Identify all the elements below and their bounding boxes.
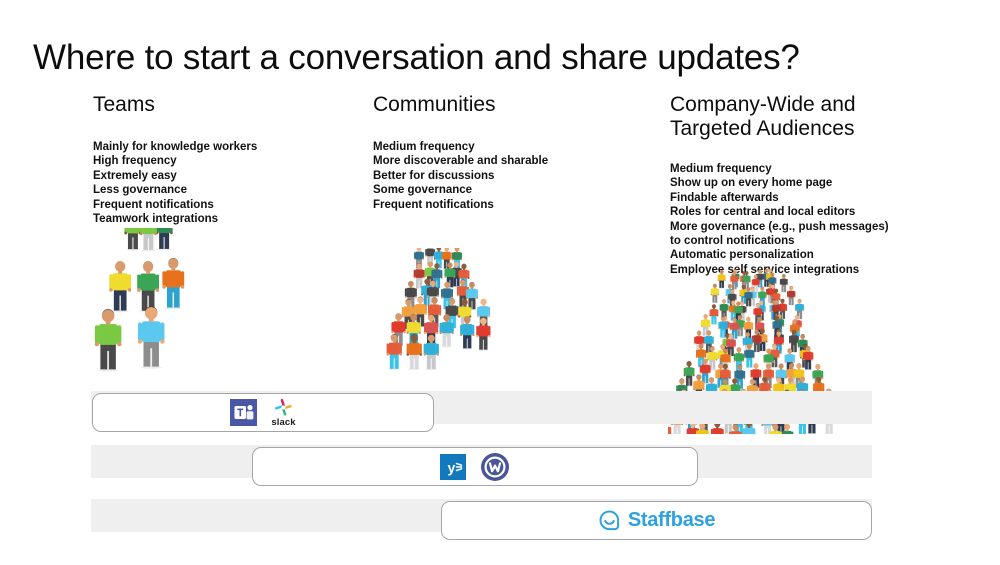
list-item: High frequency — [93, 155, 177, 168]
list-item: Mainly for knowledge workers — [93, 141, 258, 153]
row-intranet-tools[interactable]: Staffbase — [441, 501, 872, 540]
feature-list-communities: Medium frequency More discoverable and s… — [373, 140, 643, 212]
list-item: More governance (e.g., push messages) — [670, 220, 889, 233]
page-title: Where to start a conversation and share … — [33, 38, 800, 77]
column-company-wide: Company-Wide and Targeted Audiences Medi… — [670, 93, 895, 277]
list-item: Frequent notifications — [93, 198, 214, 211]
list-item: Medium frequency — [373, 141, 475, 153]
list-item: Automatic personalization — [670, 249, 814, 262]
list-item: Show up on every home page — [670, 177, 833, 190]
list-item: Extremely easy — [93, 169, 177, 182]
slack-logo[interactable]: slack — [271, 398, 296, 428]
column-heading-company-wide: Company-Wide and Targeted Audiences — [670, 93, 856, 140]
svg-text:y: y — [448, 459, 456, 475]
staffbase-logo[interactable]: Staffbase — [598, 509, 715, 532]
staffbase-mark-icon — [599, 510, 619, 531]
list-item: to control notifications — [670, 235, 795, 248]
slack-wordmark: slack — [271, 416, 296, 428]
list-item: Frequent notifications — [373, 198, 494, 211]
list-item: Some governance — [373, 184, 473, 197]
workplace-logo[interactable] — [480, 452, 510, 482]
staffbase-wordmark: Staffbase — [627, 509, 716, 531]
row-teams-tools[interactable]: slack — [92, 393, 434, 432]
list-item: Findable afterwards — [670, 191, 779, 204]
slack-mark-icon — [274, 398, 292, 416]
feature-list-teams: Mainly for knowledge workers High freque… — [93, 140, 358, 226]
column-heading-communities: Communities — [373, 93, 496, 116]
list-item: Medium frequency — [670, 163, 772, 175]
list-item: Roles for central and local editors — [670, 206, 856, 219]
column-teams: Teams Mainly for knowledge workers High … — [93, 93, 358, 226]
column-heading-teams: Teams — [93, 93, 155, 116]
column-communities: Communities Medium frequency More discov… — [373, 93, 643, 212]
row-community-tools[interactable]: y — [252, 447, 698, 486]
microsoft-teams-logo[interactable] — [230, 399, 258, 426]
list-item: Better for discussions — [373, 169, 495, 182]
yammer-logo[interactable]: y — [440, 453, 466, 480]
feature-list-company-wide: Medium frequency Show up on every home p… — [670, 162, 895, 277]
small-group-of-people-illustration — [92, 228, 207, 373]
medium-crowd-of-people-illustration — [383, 248, 501, 370]
list-item: More discoverable and sharable — [373, 155, 549, 168]
list-item: Teamwork integrations — [93, 213, 219, 226]
list-item: Less governance — [93, 184, 187, 197]
